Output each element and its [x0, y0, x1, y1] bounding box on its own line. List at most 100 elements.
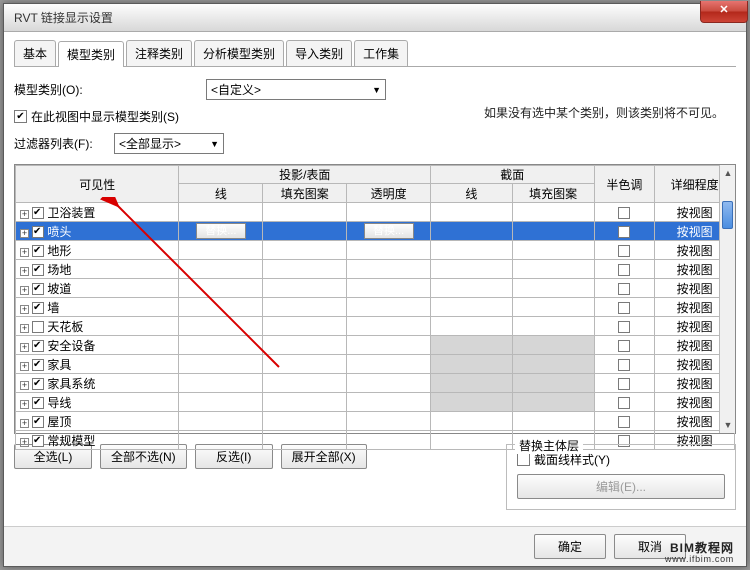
ok-button[interactable]: 确定 [534, 534, 606, 559]
replace-line-button[interactable]: 替换... [196, 223, 246, 239]
filter-label: 过滤器列表(F): [14, 135, 114, 152]
row-checkbox[interactable] [32, 283, 44, 295]
halftone-checkbox[interactable] [618, 321, 630, 333]
row-checkbox[interactable] [32, 359, 44, 371]
filter-dropdown[interactable]: <全部显示> ▼ [114, 133, 224, 154]
row-checkbox[interactable] [32, 302, 44, 314]
expand-icon[interactable]: + [20, 210, 29, 219]
halftone-checkbox[interactable] [618, 302, 630, 314]
halftone-checkbox[interactable] [618, 283, 630, 295]
col-visibility: 可见性 [16, 166, 179, 203]
tab-2[interactable]: 注释类别 [126, 40, 192, 66]
dialog-window: RVT 链接显示设置 ✕ 基本模型类别注释类别分析模型类别导入类别工作集 模型类… [3, 3, 747, 567]
table-row[interactable]: + 安全设备按视图 [16, 336, 735, 355]
expand-icon[interactable]: + [20, 324, 29, 333]
row-label: 卫浴装置 [47, 206, 95, 220]
category-table: 可见性 投影/表面 截面 半色调 详细程度 线 填充图案 透明度 线 填充图案 … [15, 165, 735, 450]
expand-icon[interactable]: + [20, 438, 29, 447]
edit-button[interactable]: 编辑(E)... [517, 474, 725, 499]
halftone-checkbox[interactable] [618, 264, 630, 276]
table-row[interactable]: + 场地按视图 [16, 260, 735, 279]
expand-icon[interactable]: + [20, 362, 29, 371]
table-row[interactable]: + 坡道按视图 [16, 279, 735, 298]
table-row[interactable]: + 地形按视图 [16, 241, 735, 260]
row-checkbox[interactable] [32, 321, 44, 333]
category-grid: 可见性 投影/表面 截面 半色调 详细程度 线 填充图案 透明度 线 填充图案 … [14, 164, 736, 434]
tab-3[interactable]: 分析模型类别 [194, 40, 284, 66]
row-label: 常规模型 [47, 434, 95, 448]
tab-5[interactable]: 工作集 [354, 40, 408, 66]
row-checkbox[interactable] [32, 245, 44, 257]
expand-icon[interactable]: + [20, 286, 29, 295]
row-checkbox[interactable] [32, 378, 44, 390]
row-checkbox[interactable] [32, 416, 44, 428]
tab-bar: 基本模型类别注释类别分析模型类别导入类别工作集 [14, 40, 736, 67]
row-label: 导线 [47, 396, 71, 410]
halftone-checkbox[interactable] [618, 397, 630, 409]
row-checkbox[interactable] [32, 207, 44, 219]
row-label: 天花板 [47, 320, 83, 334]
table-row[interactable]: + 家具按视图 [16, 355, 735, 374]
row-checkbox[interactable] [32, 435, 44, 447]
model-category-dropdown[interactable]: <自定义> ▼ [206, 79, 386, 100]
tab-0[interactable]: 基本 [14, 40, 56, 66]
halftone-checkbox[interactable] [618, 207, 630, 219]
tab-4[interactable]: 导入类别 [286, 40, 352, 66]
cut-style-checkbox[interactable] [517, 453, 530, 466]
row-label: 墙 [47, 301, 59, 315]
window-title: RVT 链接显示设置 [14, 9, 113, 26]
row-checkbox[interactable] [32, 397, 44, 409]
expand-icon[interactable]: + [20, 305, 29, 314]
scroll-up-icon[interactable]: ▲ [720, 165, 736, 181]
dropdown-value: <自定义> [211, 81, 261, 98]
row-label: 坡道 [47, 282, 71, 296]
expand-icon[interactable]: + [20, 248, 29, 257]
table-row[interactable]: + 卫浴装置按视图 [16, 203, 735, 222]
expand-icon[interactable]: + [20, 381, 29, 390]
expand-icon[interactable]: + [20, 400, 29, 409]
vertical-scrollbar[interactable]: ▲ ▼ [719, 165, 735, 433]
chevron-down-icon: ▼ [210, 139, 219, 149]
row-label: 喷头 [47, 225, 71, 239]
row-label: 地形 [47, 244, 71, 258]
visibility-note: 如果没有选中某个类别，则该类别将不可见。 [484, 104, 724, 121]
row-label: 屋顶 [47, 415, 71, 429]
content-area: 基本模型类别注释类别分析模型类别导入类别工作集 模型类别(O): <自定义> ▼… [4, 32, 746, 526]
watermark-text: BIM教程网 [670, 541, 734, 555]
halftone-checkbox[interactable] [618, 416, 630, 428]
close-button[interactable]: ✕ [700, 1, 748, 23]
expand-icon[interactable]: + [20, 343, 29, 352]
halftone-checkbox[interactable] [618, 226, 630, 238]
row-checkbox[interactable] [32, 264, 44, 276]
show-in-view-checkbox[interactable]: ✔ [14, 110, 27, 123]
row-checkbox[interactable] [32, 340, 44, 352]
table-row[interactable]: + 天花板按视图 [16, 317, 735, 336]
table-row[interactable]: + 家具系统按视图 [16, 374, 735, 393]
tab-1[interactable]: 模型类别 [58, 41, 124, 67]
col-section: 截面 [431, 166, 594, 184]
table-row[interactable]: + 喷头替换...替换...按视图 [16, 222, 735, 241]
filter-value: <全部显示> [119, 135, 181, 152]
halftone-checkbox[interactable] [618, 245, 630, 257]
row-label: 场地 [47, 263, 71, 277]
expand-icon[interactable]: + [20, 267, 29, 276]
host-layer-legend: 替换主体层 [515, 437, 583, 454]
chevron-down-icon: ▼ [372, 85, 381, 95]
row-label: 家具系统 [47, 377, 95, 391]
scroll-down-icon[interactable]: ▼ [720, 417, 736, 433]
expand-icon[interactable]: + [20, 229, 29, 238]
table-row[interactable]: + 屋顶按视图 [16, 412, 735, 431]
expand-icon[interactable]: + [20, 419, 29, 428]
table-body: + 卫浴装置按视图+ 喷头替换...替换...按视图+ 地形按视图+ 场地按视图… [16, 203, 735, 450]
filter-row: 过滤器列表(F): <全部显示> ▼ [14, 133, 736, 154]
replace-trans-button[interactable]: 替换... [364, 223, 414, 239]
table-row[interactable]: + 墙按视图 [16, 298, 735, 317]
row-checkbox[interactable] [32, 226, 44, 238]
halftone-checkbox[interactable] [618, 378, 630, 390]
scroll-thumb[interactable] [722, 201, 733, 229]
halftone-checkbox[interactable] [618, 359, 630, 371]
model-category-row: 模型类别(O): <自定义> ▼ [14, 79, 736, 100]
halftone-checkbox[interactable] [618, 340, 630, 352]
col-sect-fill: 填充图案 [512, 184, 594, 203]
table-row[interactable]: + 导线按视图 [16, 393, 735, 412]
